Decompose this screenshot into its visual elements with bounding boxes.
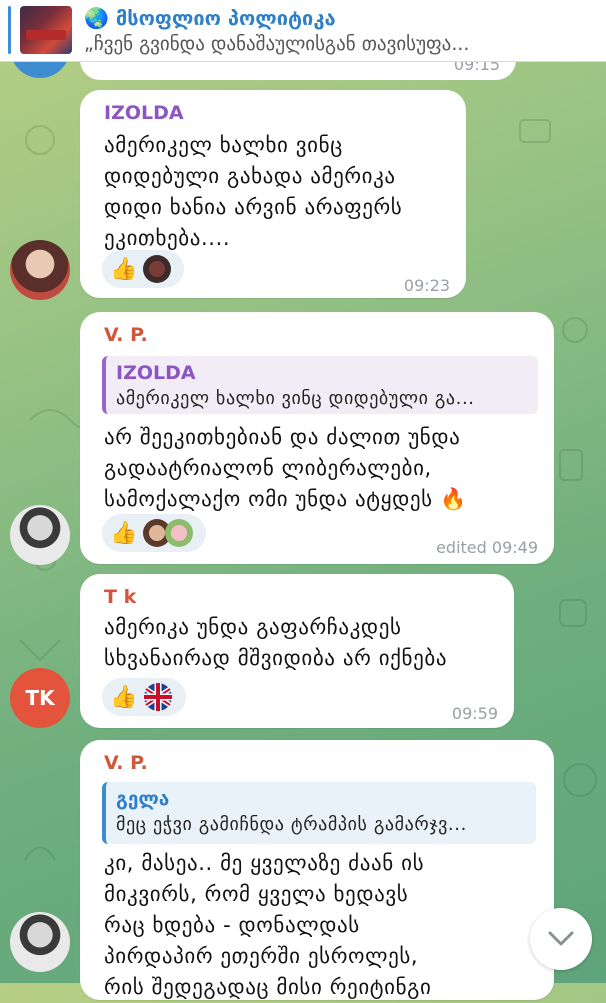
message-time: 09:59 [451, 704, 498, 723]
pinned-text: „ჩვენ გვინდა დანაშაულისგან თავისუფა... [84, 33, 470, 55]
thumbs-up-icon: 👍 [110, 684, 138, 710]
thumbs-up-icon: 👍 [110, 256, 138, 282]
avatar-vp[interactable] [10, 912, 70, 972]
chevron-down-icon [548, 931, 574, 946]
message-bubble[interactable]: T k ამერიკა უნდა გაფარჩაკდეს სხვანაირად … [80, 574, 514, 728]
avatar-izolda[interactable] [10, 240, 70, 300]
pinned-indicator [8, 6, 11, 54]
avatar [165, 519, 194, 547]
reply-author: IZOLDA [116, 362, 196, 384]
uk-flag-icon [144, 683, 173, 711]
reaction-chip[interactable]: 👍 [102, 514, 206, 552]
reaction-chip[interactable]: 👍 [102, 250, 184, 288]
message-author[interactable]: V. P. [104, 324, 148, 346]
avatar [143, 255, 172, 283]
message-text: არ შეეკითხებიან და ძალით უნდა გადაატრიალ… [104, 425, 467, 511]
message-author[interactable]: V. P. [104, 752, 148, 774]
message-bubble[interactable]: V. P. გელა მეც ეჭვი გამიჩნდა ტრამპის გამ… [80, 740, 554, 1000]
reply-text: მეც ეჭვი გამიჩნდა ტრამპის გამარჯვ... [116, 814, 467, 835]
pinned-message-bar[interactable]: 🌏 მსოფლიო პოლიტიკა „ჩვენ გვინდა დანაშაულ… [0, 0, 606, 62]
avatar-tk[interactable]: TK [10, 668, 70, 728]
message-text: კი, მასეა.. მე ყველაზე ძაან ის მიკვირს, … [104, 851, 432, 999]
message-text: ამერიკელ ხალხი ვინც დიდებული გახადა ამერ… [104, 133, 403, 250]
reply-author: გელა [116, 788, 170, 810]
message-bubble[interactable]: V. P. IZOLDA ამერიკელ ხალხი ვინც დიდებულ… [80, 312, 554, 564]
channel-title: 🌏 მსოფლიო პოლიტიკა [84, 6, 336, 30]
thumbs-up-icon: 👍 [110, 520, 138, 546]
scroll-down-button[interactable] [530, 908, 592, 970]
reply-quote[interactable]: გელა მეც ეჭვი გამიჩნდა ტრამპის გამარჯვ..… [102, 782, 536, 844]
pinned-thumbnail [20, 6, 72, 54]
avatar-vp[interactable] [10, 505, 70, 565]
message-author[interactable]: T k [104, 586, 136, 608]
message-author[interactable]: IZOLDA [104, 102, 184, 124]
message-time: edited 09:49 [436, 538, 538, 557]
reply-quote[interactable]: IZOLDA ამერიკელ ხალხი ვინც დიდებული გა..… [102, 356, 538, 414]
reaction-chip[interactable]: 👍 [102, 678, 186, 716]
message-text: ამერიკა უნდა გაფარჩაკდეს სხვანაირად მშვი… [104, 615, 448, 670]
message-bubble[interactable]: IZOLDA ამერიკელ ხალხი ვინც დიდებული გახა… [80, 90, 466, 298]
message-time: 09:23 [403, 276, 450, 295]
reply-text: ამერიკელ ხალხი ვინც დიდებული გა... [116, 388, 475, 409]
